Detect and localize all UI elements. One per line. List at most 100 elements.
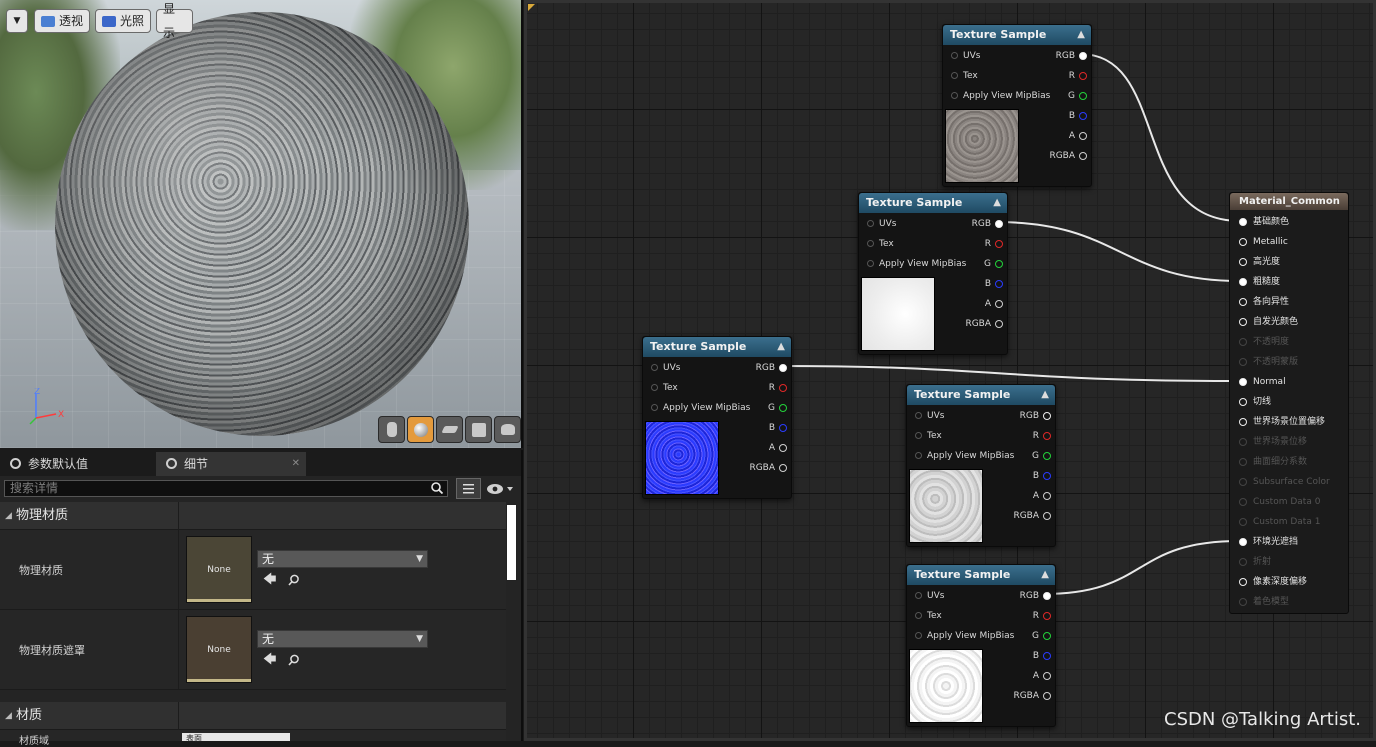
triangle-up-icon[interactable]: ▲	[1041, 385, 1049, 405]
sphere-button[interactable]	[407, 416, 434, 443]
texture-sample-node[interactable]: Texture Sample ▲ UVs Tex Apply View MipBias R…	[858, 192, 1008, 355]
tab-details[interactable]: 细节 ✕	[156, 452, 306, 476]
details-search-input[interactable]: 搜索详情	[4, 480, 448, 497]
visibility-options-button[interactable]	[486, 481, 516, 497]
output-pin[interactable]: RGB	[756, 362, 788, 374]
output-pin[interactable]: RGB	[1056, 50, 1088, 62]
browse-search-icon[interactable]	[288, 654, 300, 666]
output-pin[interactable]: B	[1033, 650, 1052, 662]
input-pin[interactable]: Tex	[651, 382, 678, 394]
material-input-pin[interactable]: 不透明蒙版	[1239, 356, 1298, 368]
input-pin[interactable]: UVs	[867, 218, 896, 230]
category-physical-material[interactable]: ◢ 物理材质	[0, 502, 506, 530]
output-pin[interactable]: RGBA	[1049, 150, 1087, 162]
material-input-pin[interactable]: Custom Data 1	[1239, 516, 1320, 528]
cube-button[interactable]	[465, 416, 492, 443]
input-pin[interactable]: UVs	[651, 362, 680, 374]
material-domain-dropdown[interactable]: 表面	[182, 733, 290, 743]
material-input-pin[interactable]: 像素深度偏移	[1239, 576, 1307, 588]
output-pin[interactable]: RGBA	[1013, 690, 1051, 702]
output-pin[interactable]: B	[985, 278, 1004, 290]
cylinder-button[interactable]	[378, 416, 405, 443]
input-pin[interactable]: UVs	[951, 50, 980, 62]
plane-button[interactable]	[436, 416, 463, 443]
output-pin[interactable]: A	[1069, 130, 1088, 142]
asset-dropdown[interactable]: 无 ▼	[257, 550, 428, 568]
category-material[interactable]: ◢ 材质	[0, 702, 506, 730]
input-pin[interactable]: Apply View MipBias	[951, 90, 1050, 102]
output-pin[interactable]: RGB	[1020, 410, 1052, 422]
close-icon[interactable]: ✕	[292, 452, 300, 476]
material-input-pin[interactable]: 折射	[1239, 556, 1271, 568]
material-input-pin[interactable]: 基础颜色	[1239, 216, 1289, 228]
teapot-button[interactable]	[494, 416, 521, 443]
viewport-menu-button[interactable]: ▼	[6, 9, 28, 33]
output-pin[interactable]: G	[1032, 630, 1051, 642]
details-scrollbar[interactable]	[506, 504, 517, 581]
input-pin[interactable]: UVs	[915, 590, 944, 602]
output-pin[interactable]: R	[985, 238, 1004, 250]
list-view-button[interactable]	[456, 478, 481, 499]
material-input-pin[interactable]: Custom Data 0	[1239, 496, 1320, 508]
triangle-up-icon[interactable]: ▲	[1041, 565, 1049, 585]
output-pin[interactable]: R	[1033, 430, 1052, 442]
output-pin[interactable]: A	[1033, 670, 1052, 682]
output-pin[interactable]: G	[768, 402, 787, 414]
input-pin[interactable]: Apply View MipBias	[867, 258, 966, 270]
output-pin[interactable]: G	[1068, 90, 1087, 102]
material-input-pin[interactable]: 环境光遮挡	[1239, 536, 1298, 548]
material-input-pin[interactable]: Metallic	[1239, 236, 1288, 248]
output-pin[interactable]: G	[1032, 450, 1051, 462]
texture-sample-node[interactable]: Texture Sample ▲ UVs Tex Apply View MipBias R…	[906, 564, 1056, 727]
texture-sample-node[interactable]: Texture Sample ▲ UVs Tex Apply View MipBias R…	[906, 384, 1056, 547]
input-pin[interactable]: Apply View MipBias	[651, 402, 750, 414]
material-input-pin[interactable]: 切线	[1239, 396, 1271, 408]
texture-sample-node[interactable]: Texture Sample ▲ UVs Tex Apply View MipBias R…	[642, 336, 792, 499]
output-pin[interactable]: A	[1033, 490, 1052, 502]
output-pin[interactable]: B	[1033, 470, 1052, 482]
material-input-pin[interactable]: 世界场景位置偏移	[1239, 416, 1325, 428]
output-pin[interactable]: RGB	[1020, 590, 1052, 602]
material-output-node[interactable]: Material_Common 基础颜色 Metallic 高光度 粗糙度 各向异性 自发…	[1229, 192, 1349, 614]
search-icon[interactable]	[431, 482, 443, 494]
input-pin[interactable]: Apply View MipBias	[915, 630, 1014, 642]
input-pin[interactable]: Tex	[915, 430, 942, 442]
lit-button[interactable]: 光照	[95, 9, 151, 33]
output-pin[interactable]: RGBA	[965, 318, 1003, 330]
output-pin[interactable]: R	[1069, 70, 1088, 82]
perspective-button[interactable]: 透视	[34, 9, 90, 33]
output-pin[interactable]: R	[1033, 610, 1052, 622]
output-pin[interactable]: R	[769, 382, 788, 394]
asset-thumbnail[interactable]: None	[186, 536, 252, 603]
triangle-up-icon[interactable]: ▲	[1077, 25, 1085, 45]
material-input-pin[interactable]: 世界场景位移	[1239, 436, 1307, 448]
material-input-pin[interactable]: 各向异性	[1239, 296, 1289, 308]
triangle-up-icon[interactable]: ▲	[777, 337, 785, 357]
output-pin[interactable]: G	[984, 258, 1003, 270]
browse-search-icon[interactable]	[288, 574, 300, 586]
material-input-pin[interactable]: 粗糙度	[1239, 276, 1280, 288]
material-input-pin[interactable]: 曲面细分系数	[1239, 456, 1307, 468]
material-input-pin[interactable]: 不透明度	[1239, 336, 1289, 348]
asset-dropdown[interactable]: 无 ▼	[257, 630, 428, 648]
input-pin[interactable]: Tex	[915, 610, 942, 622]
tab-parameter-defaults[interactable]: 参数默认值	[0, 452, 152, 476]
output-pin[interactable]: RGBA	[1013, 510, 1051, 522]
triangle-up-icon[interactable]: ▲	[993, 193, 1001, 213]
input-pin[interactable]: UVs	[915, 410, 944, 422]
output-pin[interactable]: A	[985, 298, 1004, 310]
texture-sample-node[interactable]: Texture Sample ▲ UVs Tex Apply View MipBias R…	[942, 24, 1092, 187]
output-pin[interactable]: RGB	[972, 218, 1004, 230]
output-pin[interactable]: B	[769, 422, 788, 434]
asset-thumbnail[interactable]: None	[186, 616, 252, 683]
input-pin[interactable]: Tex	[951, 70, 978, 82]
use-selected-arrow-icon[interactable]: 🡄	[263, 573, 277, 587]
material-input-pin[interactable]: 着色模型	[1239, 596, 1289, 608]
material-input-pin[interactable]: Normal	[1239, 376, 1286, 388]
preview-sphere[interactable]	[55, 12, 469, 436]
output-pin[interactable]: A	[769, 442, 788, 454]
material-input-pin[interactable]: 自发光颜色	[1239, 316, 1298, 328]
output-pin[interactable]: B	[1069, 110, 1088, 122]
input-pin[interactable]: Tex	[867, 238, 894, 250]
output-pin[interactable]: RGBA	[749, 462, 787, 474]
